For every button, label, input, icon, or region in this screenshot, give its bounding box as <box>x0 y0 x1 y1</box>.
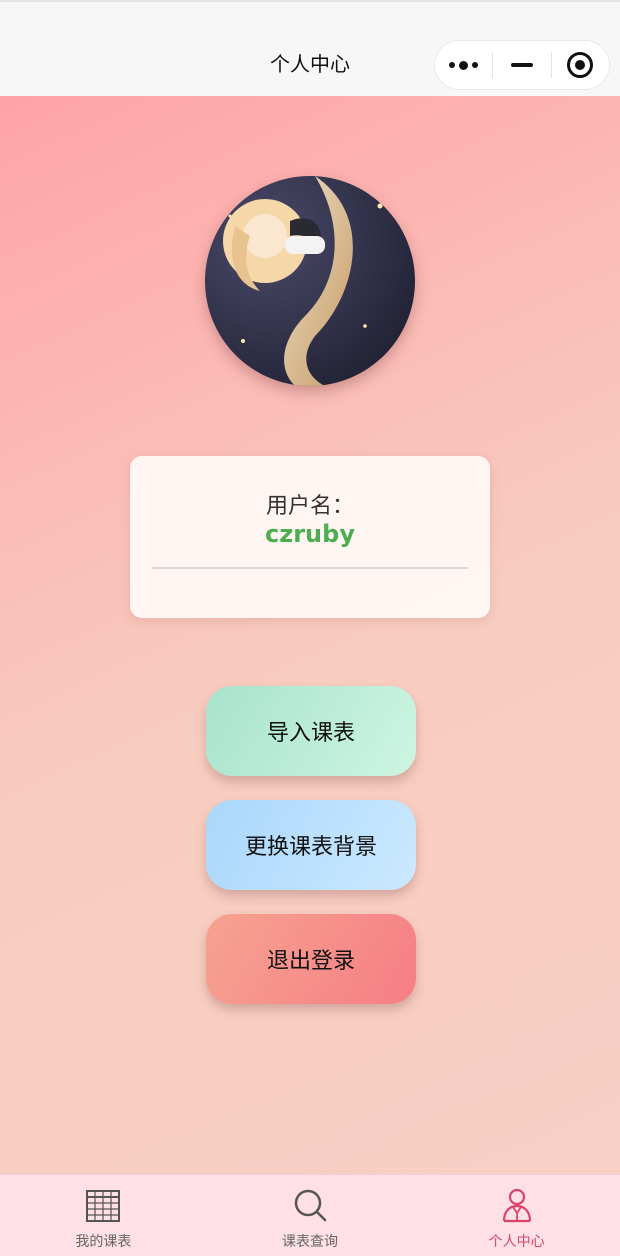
minimize-button[interactable] <box>493 41 550 89</box>
tab-label: 我的课表 <box>75 1234 132 1250</box>
avatar-image <box>205 176 415 386</box>
tab-profile[interactable]: 个人中心 <box>413 1175 620 1256</box>
profile-page: 用户名： czruby 导入课表 更换课表背景 退出登录 <box>0 96 620 1174</box>
username-label: 用户名： <box>265 494 354 519</box>
logout-button[interactable]: 退出登录 <box>206 914 416 1004</box>
user-icon <box>502 1188 531 1223</box>
navigation-bar: 个人中心 <box>0 0 620 96</box>
username-value: czruby <box>265 520 355 548</box>
close-button[interactable] <box>552 41 609 89</box>
search-icon <box>294 1189 327 1222</box>
avatar[interactable] <box>205 176 415 386</box>
user-info-card: 用户名： czruby <box>130 456 490 618</box>
mini-program-capsule <box>434 40 610 90</box>
card-divider <box>152 567 468 569</box>
tab-bar: 我的课表 课表查询 个人中心 <box>0 1174 620 1256</box>
tab-schedule-search[interactable]: 课表查询 <box>207 1175 414 1256</box>
tab-label: 课表查询 <box>282 1234 338 1250</box>
minimize-icon <box>510 63 533 67</box>
tab-label: 个人中心 <box>488 1234 545 1250</box>
calendar-icon <box>86 1190 121 1222</box>
tab-my-schedule[interactable]: 我的课表 <box>0 1175 207 1256</box>
more-button[interactable] <box>435 41 492 89</box>
change-background-button[interactable]: 更换课表背景 <box>206 800 416 890</box>
close-target-icon <box>567 52 594 78</box>
import-schedule-button[interactable]: 导入课表 <box>206 686 416 776</box>
more-icon <box>449 60 479 70</box>
